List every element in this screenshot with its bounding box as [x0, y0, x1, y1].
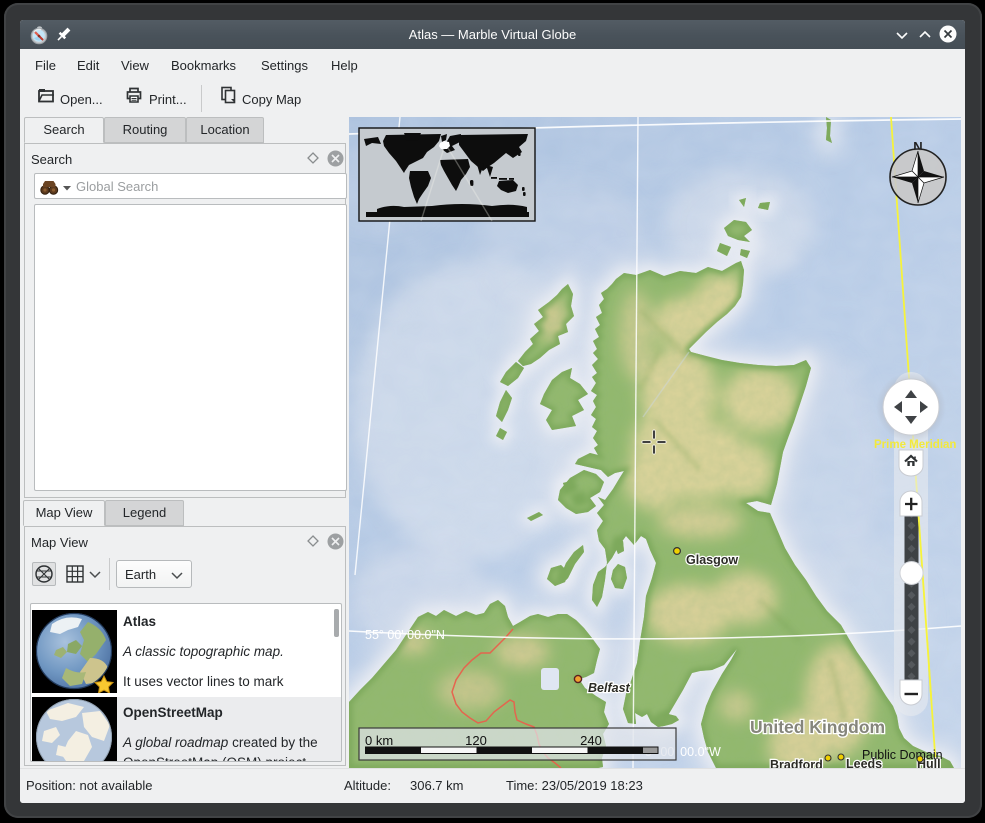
svg-text:Glasgow: Glasgow — [686, 553, 738, 567]
svg-text:Public Domain: Public Domain — [862, 748, 943, 762]
svg-text:240: 240 — [580, 733, 602, 748]
svg-text:0 km: 0 km — [365, 733, 393, 748]
svg-text:120: 120 — [465, 733, 487, 748]
svg-text:55° 00' 00.0"N: 55° 00' 00.0"N — [365, 628, 445, 642]
svg-text:Bradford: Bradford — [770, 758, 823, 768]
svg-text:Prime Meridian: Prime Meridian — [874, 439, 956, 451]
svg-text:Belfast: Belfast — [588, 681, 631, 695]
svg-text:United Kingdom: United Kingdom — [750, 717, 885, 737]
